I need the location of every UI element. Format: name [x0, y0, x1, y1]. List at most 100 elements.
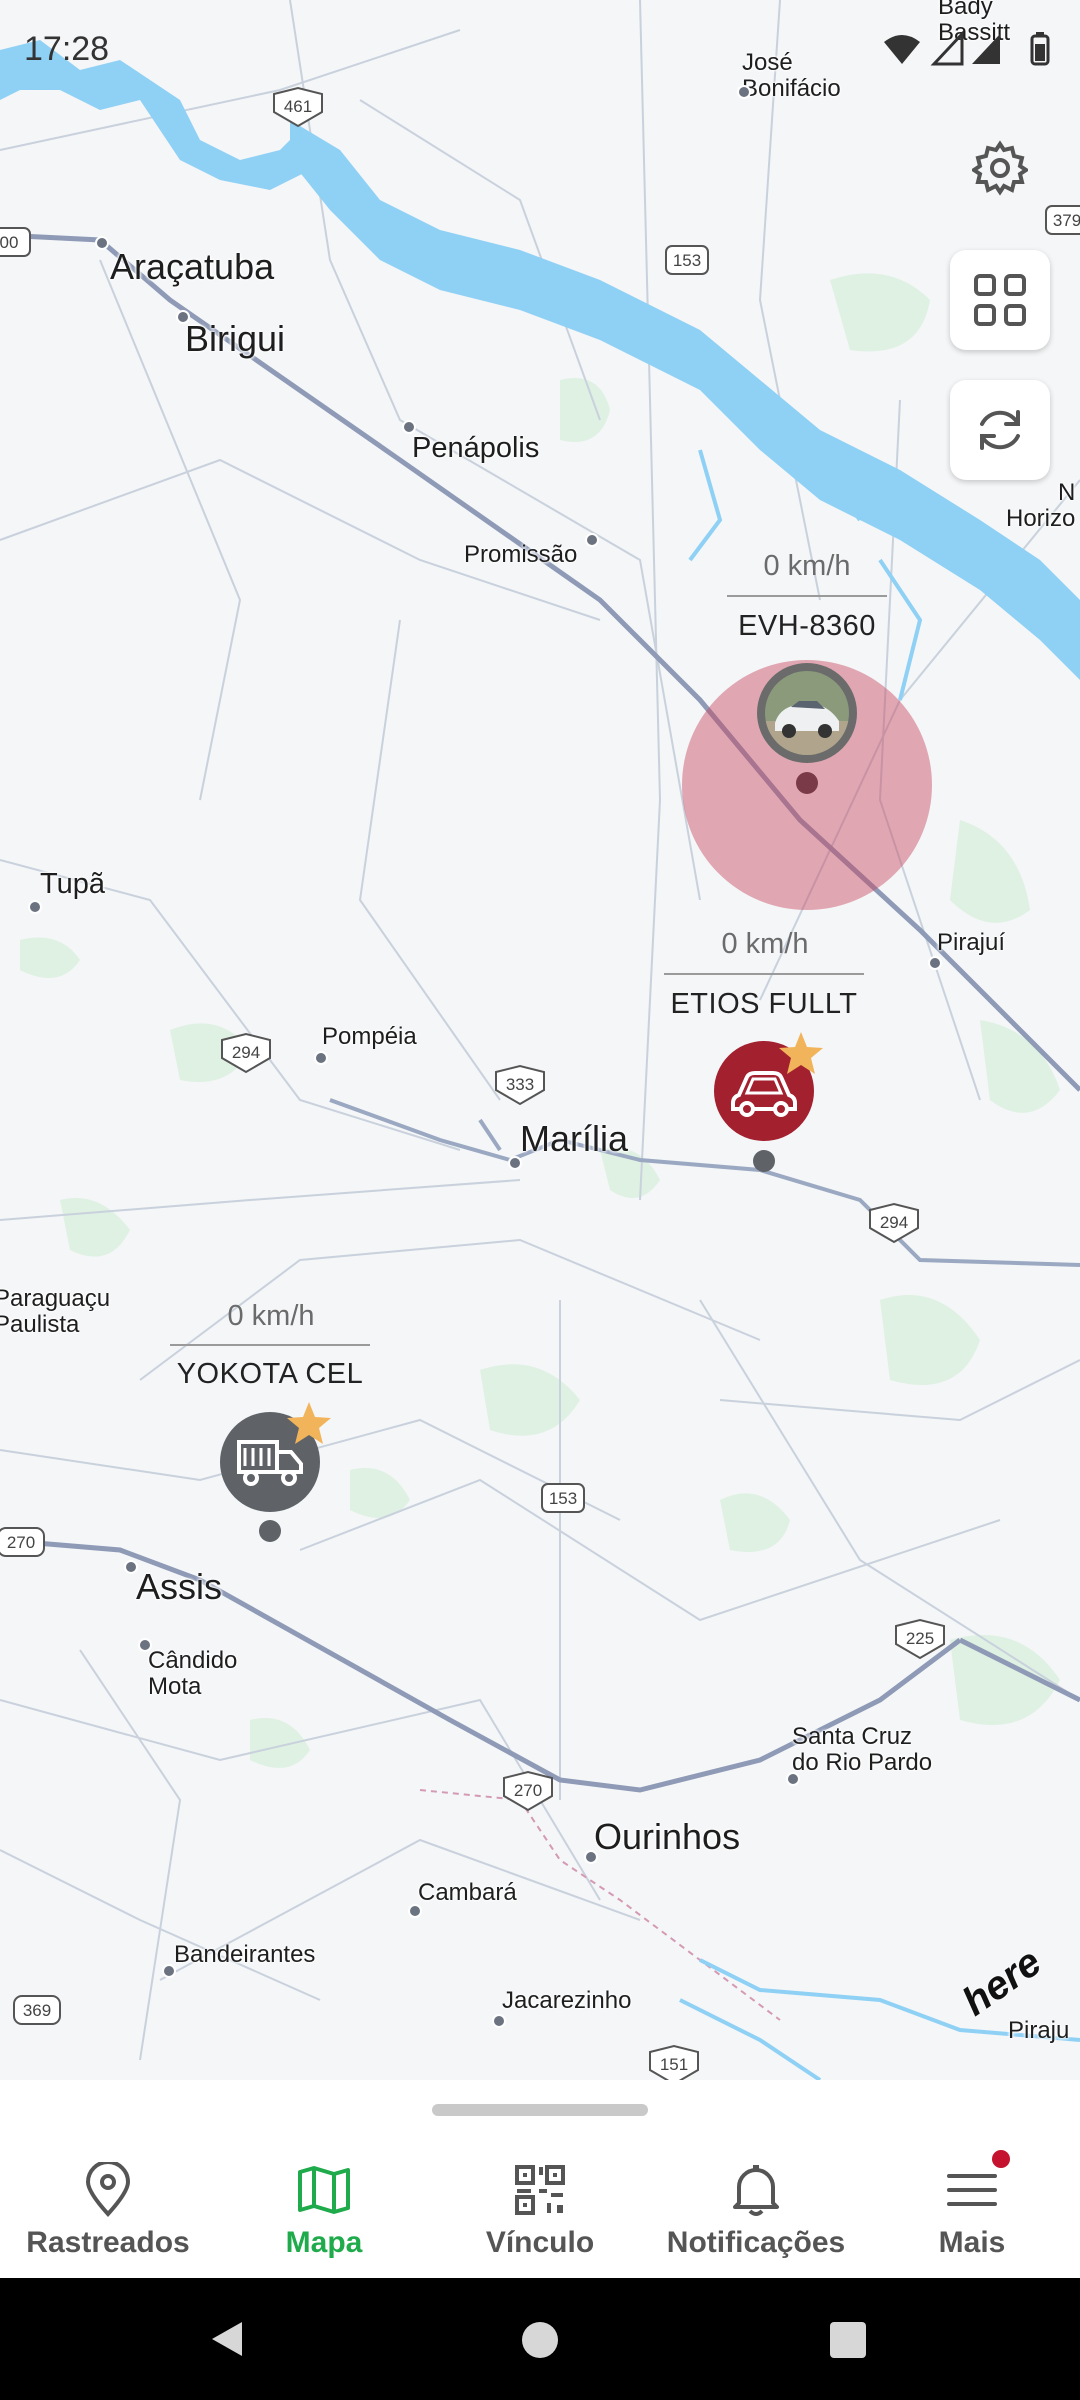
nav-item-mapa[interactable]: Mapa	[216, 2160, 432, 2270]
city-dot	[162, 1964, 176, 1978]
drag-handle[interactable]	[432, 2104, 648, 2116]
road-shield-label: 225	[906, 1629, 934, 1648]
road-shield: 225	[895, 1618, 945, 1660]
favorite-star-icon	[779, 1032, 823, 1074]
bottom-navigation: Rastreados Mapa Vínculo Notificações Mai…	[0, 2080, 1080, 2278]
city-label: Assis	[136, 1566, 223, 1607]
road-shield: 151	[649, 2044, 699, 2080]
divider	[727, 595, 887, 597]
city-label: Paraguaçu Paulista	[0, 1285, 111, 1338]
notification-badge	[992, 2150, 1010, 2168]
city-label: Penápolis	[412, 432, 540, 464]
city-label: Tupã	[40, 868, 106, 900]
map-icon	[298, 2166, 350, 2214]
home-icon[interactable]	[520, 2320, 560, 2360]
city-label: N Horizo	[1006, 479, 1076, 532]
road-shield: 379	[1045, 205, 1080, 235]
city-label: Pirajuí	[937, 929, 1006, 956]
road-shield-label: 270	[514, 1781, 542, 1800]
map-view[interactable]: José Bonifácio Bady Bassitt Araçatuba Biri…	[0, 0, 1080, 2080]
road-shield-label: 379	[1053, 211, 1080, 230]
city-label: Araçatuba	[110, 246, 275, 287]
road-shield-label: 270	[7, 1533, 35, 1552]
road-shield: 153	[541, 1483, 585, 1513]
city-dot	[492, 2014, 506, 2028]
road-shield-label: 00	[0, 233, 18, 252]
vehicle-position-dot	[796, 772, 818, 794]
vehicle-speed: 0 km/h	[227, 1300, 315, 1332]
city-dot	[408, 1904, 422, 1918]
vehicle-speed: 0 km/h	[763, 550, 851, 582]
nav-item-rastreados[interactable]: Rastreados	[0, 2160, 216, 2270]
city-label: Marília	[520, 1118, 629, 1159]
road-shield: 369	[13, 1995, 61, 2025]
road-shield: 153	[665, 245, 709, 275]
bell-icon	[733, 2165, 779, 2216]
city-dot	[585, 533, 599, 547]
nav-label: Vínculo	[485, 2226, 595, 2259]
nav-item-notificacoes[interactable]: Notificações	[648, 2160, 864, 2270]
menu-icon	[947, 2174, 997, 2206]
city-dot	[95, 236, 109, 250]
vehicle-name: EVH-8360	[738, 610, 876, 642]
city-dot	[314, 1051, 328, 1065]
city-dot	[928, 956, 942, 970]
city-dot	[28, 900, 42, 914]
divider	[664, 973, 864, 975]
road-shield-label: 461	[284, 97, 312, 116]
road-shield-label: 294	[880, 1213, 908, 1232]
vehicle-name: ETIOS FULLT	[670, 988, 858, 1020]
vehicle-name: YOKOTA CEL	[176, 1358, 364, 1390]
system-navigation-bar	[0, 2278, 1080, 2400]
nav-item-vinculo[interactable]: Vínculo	[432, 2160, 648, 2270]
road-shield-label: 153	[673, 251, 701, 270]
road-shield-label: 151	[660, 2055, 688, 2074]
nav-label: Mais	[938, 2226, 1006, 2259]
nav-label: Notificações	[666, 2226, 846, 2259]
refresh-icon	[980, 410, 1020, 450]
divider	[170, 1344, 370, 1346]
city-label: Cambará	[418, 1879, 517, 1906]
city-dot	[124, 1560, 138, 1574]
city-label: Promissão	[464, 541, 578, 568]
city-dot	[508, 1156, 522, 1170]
settings-button[interactable]	[950, 118, 1050, 218]
city-dot	[402, 420, 416, 434]
nav-item-mais[interactable]: Mais	[864, 2160, 1080, 2270]
status-icons	[884, 30, 1050, 66]
nav-label: Mapa	[285, 2226, 363, 2259]
road-shield: 461	[273, 86, 323, 128]
city-label: Bandeirantes	[174, 1941, 316, 1968]
city-dot	[584, 1850, 598, 1864]
road-shield: 333	[495, 1064, 545, 1106]
grid-icon	[974, 274, 1026, 326]
city-dot	[786, 1772, 800, 1786]
road-shield: 270	[503, 1770, 553, 1812]
grid-view-button[interactable]	[950, 250, 1050, 350]
city-label: Piraju	[1008, 2017, 1070, 2044]
city-label: Cândido Mota	[148, 1647, 238, 1700]
road-shield: 00	[0, 227, 31, 257]
signal-icon	[972, 34, 1000, 64]
status-bar: 17:28	[0, 0, 1080, 90]
city-label: Birigui	[185, 318, 286, 359]
vehicle-marker-evh-8360[interactable]	[757, 663, 857, 763]
city-label: Jacarezinho	[502, 1987, 632, 2014]
qr-code-icon	[515, 2165, 565, 2215]
car-photo-icon	[765, 671, 849, 755]
refresh-button[interactable]	[950, 380, 1050, 480]
location-pin-icon	[85, 2162, 131, 2217]
road-shield: 294	[869, 1202, 919, 1244]
road-shield: 270	[0, 1527, 45, 1557]
road-shield-label: 294	[232, 1043, 260, 1062]
road-shield: 294	[221, 1032, 271, 1074]
city-label: Pompéia	[322, 1023, 417, 1050]
vehicle-position-dot	[753, 1150, 775, 1172]
road-shield-label: 369	[23, 2001, 51, 2020]
back-icon[interactable]	[206, 2318, 248, 2360]
recents-icon[interactable]	[828, 2320, 868, 2360]
wifi-icon	[884, 35, 920, 64]
favorite-star-icon	[287, 1402, 331, 1444]
vehicle-position-dot	[259, 1520, 281, 1542]
nav-label: Rastreados	[26, 2226, 190, 2259]
